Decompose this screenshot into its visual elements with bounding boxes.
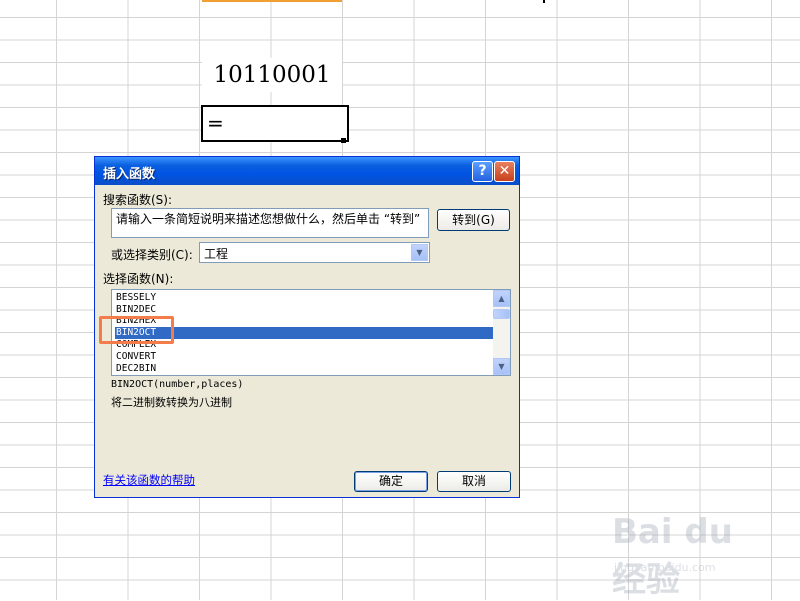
close-button[interactable]: ✕ (494, 161, 515, 182)
search-function-label: 搜索函数(S): (103, 193, 173, 207)
active-formula-cell[interactable]: = (201, 105, 349, 142)
dialog-title: 插入函数 (103, 167, 156, 182)
cancel-button[interactable]: 取消 (437, 471, 511, 492)
function-description: 将二进制数转换为八进制 (111, 396, 232, 409)
function-help-link[interactable]: 有关该函数的帮助 (103, 472, 195, 488)
grid-mark (543, 0, 545, 3)
goto-button[interactable]: 转到(G) (437, 209, 510, 231)
select-function-label: 选择函数(N): (103, 272, 174, 286)
fill-handle[interactable] (341, 138, 346, 143)
chevron-down-icon[interactable]: ▼ (411, 244, 428, 261)
watermark-url: jingyan.baidu.com (614, 561, 716, 574)
column-header-highlight (202, 0, 342, 2)
watermark-logo: Bai du 经验 (612, 512, 733, 600)
list-scrollbar[interactable]: ▲ ▼ (493, 290, 510, 375)
category-selected-value: 工程 (204, 247, 229, 261)
binary-value-cell[interactable]: 10110001 (202, 58, 342, 92)
baidu-watermark: Bai du 经验 jingyan.baidu.com (612, 512, 762, 600)
annotation-highlight-box (99, 316, 174, 344)
arrow-up-icon[interactable]: ▲ (493, 290, 510, 307)
list-item[interactable]: BESSELY (115, 292, 494, 304)
search-function-input[interactable]: 请输入一条简短说明来描述您想做什么，然后单击 “转到” (111, 208, 429, 238)
list-item[interactable]: DEC2BIN (115, 363, 494, 375)
function-syntax: BIN2OCT(number,places) (111, 379, 244, 390)
list-item[interactable]: CONVERT (115, 351, 494, 363)
arrow-down-icon[interactable]: ▼ (493, 358, 510, 375)
ok-button[interactable]: 确定 (354, 471, 428, 492)
category-select[interactable]: 工程 ▼ (199, 242, 430, 263)
dialog-title-bar[interactable]: 插入函数 ? ✕ (95, 157, 519, 185)
category-label: 或选择类别(C): (111, 248, 193, 262)
scrollbar-thumb[interactable] (493, 309, 510, 319)
help-button[interactable]: ? (472, 161, 493, 182)
